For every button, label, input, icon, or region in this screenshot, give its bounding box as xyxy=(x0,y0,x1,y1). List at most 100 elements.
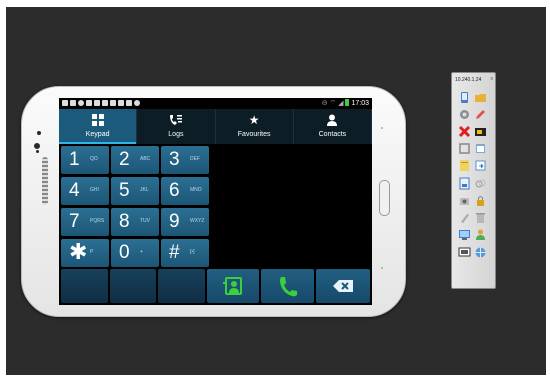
status-bar: ⊝ ⌔ ◢ 17:03 xyxy=(59,98,372,109)
notification-icon xyxy=(78,100,84,106)
phone-icon xyxy=(461,92,468,103)
pencil-icon xyxy=(476,110,485,119)
key-letters: QO xyxy=(90,156,98,162)
phone-screen: ⊝ ⌔ ◢ 17:03 Keypad Logs ★ Favourites Con… xyxy=(59,98,372,305)
key-star[interactable]: ✱ P xyxy=(61,239,109,267)
fullscreen-icon xyxy=(459,143,470,154)
notes-tool-button[interactable] xyxy=(458,159,471,172)
delete-tool-button[interactable] xyxy=(474,211,487,224)
note-icon xyxy=(460,160,469,171)
tab-label: Favourites xyxy=(237,131,271,138)
keypad-icon xyxy=(59,113,136,127)
key-letters: TUV xyxy=(140,218,150,224)
clock: 17:03 xyxy=(351,100,369,107)
key-letters: DEF xyxy=(190,156,200,162)
screen-tool-button[interactable] xyxy=(474,125,487,138)
settings-tool-button[interactable] xyxy=(458,108,471,121)
android-icon xyxy=(118,100,124,106)
back-key[interactable] xyxy=(381,267,383,269)
key-letters: JKL xyxy=(140,187,149,193)
key-letters: PQRS xyxy=(90,218,105,224)
sensor-dot xyxy=(36,150,39,153)
key-7[interactable]: 7 PQRS xyxy=(61,208,109,236)
logs-icon xyxy=(137,113,214,127)
key-hash[interactable]: # [•] xyxy=(161,239,209,267)
key-digit: 4 xyxy=(69,180,80,201)
nfc-icon: ⊝ xyxy=(321,100,328,107)
camera-tool-button[interactable] xyxy=(458,194,471,207)
menu-key[interactable] xyxy=(381,127,383,129)
key-9[interactable]: 9 WXYZ xyxy=(161,208,209,236)
key-digit: 9 xyxy=(169,211,180,232)
export-tool-button[interactable] xyxy=(474,159,487,172)
tab-keypad[interactable]: Keypad xyxy=(59,109,138,144)
dialer-action-bar xyxy=(61,269,371,303)
key-digit: 1 xyxy=(69,149,80,170)
key-letters: GHI xyxy=(90,187,99,193)
key-letters: WXYZ xyxy=(190,218,205,224)
save-tool-button[interactable] xyxy=(458,177,471,190)
phone-device: ⊝ ⌔ ◢ 17:03 Keypad Logs ★ Favourites Con… xyxy=(21,86,406,317)
fullscreen-tool-button[interactable] xyxy=(458,142,471,155)
key-4[interactable]: 4 GHI xyxy=(61,177,109,205)
key-letters: [•] xyxy=(190,249,195,255)
tab-label: Logs xyxy=(168,131,184,138)
key-letters: MNO xyxy=(190,187,202,193)
users-tool-button[interactable] xyxy=(474,228,487,241)
lock-tool-button[interactable] xyxy=(474,194,487,207)
wifi-icon: ⌔ xyxy=(329,100,337,107)
display-tool-button[interactable] xyxy=(458,246,471,259)
link-tool-button[interactable] xyxy=(474,177,487,190)
add-contact-button[interactable] xyxy=(207,269,260,303)
android-icon xyxy=(102,100,108,106)
home-button[interactable] xyxy=(379,180,390,216)
key-6[interactable]: 6 MNO xyxy=(161,177,209,205)
brush-tool-button[interactable] xyxy=(458,211,471,224)
key-5[interactable]: 5 JKL xyxy=(111,177,159,205)
users-icon xyxy=(476,229,485,240)
device-ip-label: 10.240.1.24 xyxy=(455,77,482,83)
monitor-tool-button[interactable] xyxy=(458,228,471,241)
toolbar-close-button[interactable]: x xyxy=(491,76,494,82)
network-tool-button[interactable] xyxy=(474,246,487,259)
lock-icon xyxy=(477,196,484,206)
key-digit: 8 xyxy=(119,211,130,232)
call-icon xyxy=(280,277,298,297)
screen-icon xyxy=(475,128,486,136)
window-tool-button[interactable] xyxy=(474,142,487,155)
tab-favourites[interactable]: ★ Favourites xyxy=(216,109,294,144)
key-8[interactable]: 8 TUV xyxy=(111,208,159,236)
tab-logs[interactable]: Logs xyxy=(137,109,216,144)
key-digit: # xyxy=(169,242,180,263)
folder-icon xyxy=(475,94,486,102)
tab-label: Contacts xyxy=(318,131,347,138)
key-1[interactable]: 1 QO xyxy=(61,146,109,174)
key-0[interactable]: 0 + xyxy=(111,239,159,267)
sensor-dot xyxy=(37,131,41,135)
monitor-icon xyxy=(459,230,470,240)
phone-tool-button[interactable] xyxy=(458,91,471,104)
key-2[interactable]: 2 ABC xyxy=(111,146,159,174)
remote-desktop-canvas: ⊝ ⌔ ◢ 17:03 Keypad Logs ★ Favourites Con… xyxy=(6,7,546,375)
earpiece-speaker xyxy=(42,157,48,205)
key-3[interactable]: 3 DEF xyxy=(161,146,209,174)
key-digit: 7 xyxy=(69,211,80,232)
edit-tool-button[interactable] xyxy=(474,108,487,121)
empty-action-slot xyxy=(158,269,206,303)
disconnect-tool-button[interactable] xyxy=(458,125,471,138)
contact-icon xyxy=(294,113,371,127)
dialed-number-area xyxy=(213,146,370,268)
backspace-button[interactable] xyxy=(316,269,371,303)
message-icon xyxy=(70,100,76,106)
key-digit: 6 xyxy=(169,180,180,201)
folder-tool-button[interactable] xyxy=(474,91,487,104)
tab-label: Keypad xyxy=(85,131,110,138)
remote-control-toolbar: 10.240.1.24 x xyxy=(451,72,496,289)
window-icon xyxy=(476,144,485,153)
signal-icon: ◢ xyxy=(338,100,344,107)
tab-contacts[interactable]: Contacts xyxy=(294,109,372,144)
call-button[interactable] xyxy=(261,269,315,303)
backspace-icon xyxy=(333,280,354,292)
key-letters: + xyxy=(140,249,143,255)
front-camera xyxy=(34,143,40,149)
